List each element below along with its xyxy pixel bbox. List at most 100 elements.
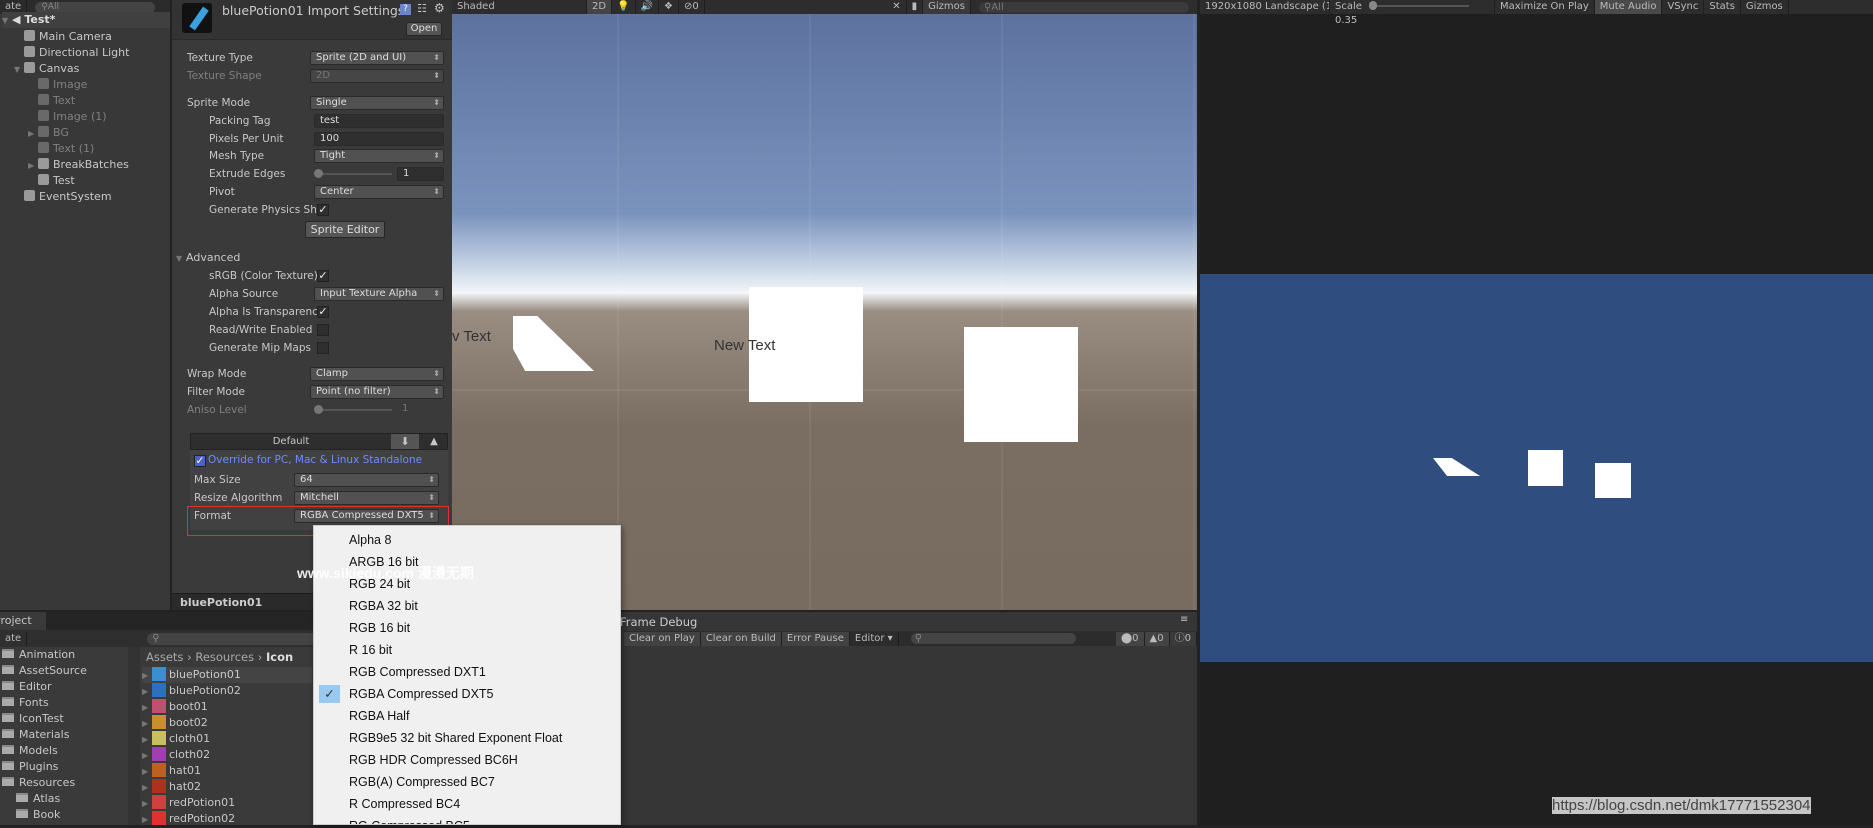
- field-slider[interactable]: [314, 405, 392, 414]
- breadcrumb-item[interactable]: Assets: [146, 650, 183, 664]
- search-input[interactable]: ⚲All: [35, 1, 156, 13]
- gizmos-dropdown[interactable]: Gizmos: [923, 0, 971, 14]
- expand-arrow-icon[interactable]: ▶: [142, 668, 152, 684]
- breadcrumb-item[interactable]: Resources: [195, 650, 254, 664]
- android-icon[interactable]: ▲: [421, 434, 447, 449]
- field-checkbox[interactable]: [317, 342, 329, 354]
- resolution-dropdown[interactable]: 1920x1080 Landscape (1920x1080): [1200, 0, 1330, 14]
- info-count-toggle[interactable]: ⓘ0: [1169, 631, 1197, 646]
- folder-item[interactable]: Plugins: [2, 759, 58, 775]
- override-label[interactable]: Override for PC, Mac & Linux Standalone: [208, 454, 422, 466]
- breadcrumb-item[interactable]: Icon: [266, 650, 293, 664]
- override-checkbox[interactable]: ✓: [194, 455, 206, 467]
- asset-item[interactable]: ▶ hat02: [142, 779, 312, 795]
- game-view[interactable]: 1920x1080 Landscape (1920x1080) Scale 0.…: [1200, 0, 1873, 825]
- folder-item[interactable]: Resources: [2, 775, 75, 791]
- slider-thumb[interactable]: [314, 169, 323, 178]
- lighting-icon[interactable]: 💡: [612, 0, 636, 14]
- error-pause-button[interactable]: Error Pause: [781, 631, 850, 646]
- scene-view[interactable]: Shaded 2D 💡 🔊 ❖ ⊘0 ✕ ▮ Gizmos ⚲All v Tex…: [452, 0, 1197, 610]
- expand-arrow-icon[interactable]: ▶: [142, 716, 152, 732]
- platform-field-dropdown[interactable]: 64: [294, 473, 439, 487]
- format-option[interactable]: RG Compressed BC5: [314, 815, 620, 824]
- field-checkbox[interactable]: ✓: [317, 270, 329, 282]
- expand-arrow-icon[interactable]: ▶: [142, 700, 152, 716]
- expand-arrow-icon[interactable]: ▶: [142, 796, 152, 812]
- tools-icon[interactable]: ✕: [887, 0, 907, 14]
- gear-icon[interactable]: ⚙: [434, 1, 445, 15]
- format-option[interactable]: RGB HDR Compressed BC6H: [314, 749, 620, 771]
- format-option[interactable]: ✓ RGBA Compressed DXT5: [314, 683, 620, 705]
- toggle-2d-button[interactable]: 2D: [587, 0, 613, 14]
- open-button[interactable]: Open: [406, 22, 442, 36]
- field-slider[interactable]: [314, 169, 392, 178]
- field-checkbox[interactable]: ✓: [317, 204, 329, 216]
- field-dropdown[interactable]: Tight: [314, 149, 444, 163]
- sprite-editor-button[interactable]: Sprite Editor: [305, 221, 385, 238]
- clear-on-build-button[interactable]: Clear on Build: [700, 631, 782, 646]
- hierarchy-item[interactable]: Directional Light: [14, 45, 129, 61]
- field-dropdown[interactable]: Clamp: [310, 367, 444, 381]
- asset-item[interactable]: ▶ cloth02: [142, 747, 312, 763]
- field-input[interactable]: 100: [314, 132, 444, 146]
- expand-arrow-icon[interactable]: ▶: [28, 126, 38, 142]
- expand-arrow-icon[interactable]: ▶: [142, 812, 152, 828]
- expand-arrow-icon[interactable]: ▶: [142, 764, 152, 780]
- hierarchy-item[interactable]: ▶ BG: [28, 125, 69, 141]
- expand-arrow-icon[interactable]: ▶: [142, 748, 152, 764]
- format-option[interactable]: R 16 bit: [314, 639, 620, 661]
- hierarchy-item[interactable]: Test: [28, 173, 75, 189]
- expand-arrow-icon[interactable]: ▶: [142, 684, 152, 700]
- hierarchy-item[interactable]: ▶ BreakBatches: [28, 157, 129, 173]
- format-option[interactable]: RGBA Half: [314, 705, 620, 727]
- console-tab[interactable]: Frame Debug: [620, 615, 697, 629]
- field-checkbox[interactable]: ✓: [317, 306, 329, 318]
- vsync-toggle[interactable]: VSync: [1662, 0, 1705, 14]
- folder-item[interactable]: Editor: [2, 679, 52, 695]
- field-dropdown[interactable]: 2D: [310, 69, 444, 83]
- download-icon[interactable]: ⬇: [391, 434, 419, 449]
- asset-item[interactable]: ▶ bluePotion02: [142, 683, 312, 699]
- expand-arrow-icon[interactable]: ▼: [14, 62, 24, 78]
- folder-item[interactable]: Atlas: [16, 791, 60, 807]
- console-search-input[interactable]: ⚲: [910, 633, 1076, 644]
- folder-item[interactable]: AssetSource: [2, 663, 87, 679]
- field-dropdown[interactable]: Point (no filter): [310, 385, 444, 399]
- folder-item[interactable]: Models: [2, 743, 58, 759]
- panel-menu-icon[interactable]: ≡: [1180, 614, 1188, 625]
- preset-icon[interactable]: ☷: [417, 2, 427, 15]
- asset-item[interactable]: ▶ boot02: [142, 715, 312, 731]
- expand-arrow-icon[interactable]: ▶: [28, 158, 38, 174]
- maximize-on-play-toggle[interactable]: Maximize On Play: [1495, 0, 1595, 14]
- scene-search-input[interactable]: ⚲All: [979, 1, 1189, 13]
- field-dropdown[interactable]: Single: [310, 96, 444, 110]
- folder-item[interactable]: Materials: [2, 727, 69, 743]
- format-option[interactable]: RGB(A) Compressed BC7: [314, 771, 620, 793]
- format-option[interactable]: RGB9e5 32 bit Shared Exponent Float: [314, 727, 620, 749]
- asset-item[interactable]: ▶ bluePotion01: [142, 667, 312, 683]
- folder-scrollbar[interactable]: [128, 647, 140, 825]
- tab-default[interactable]: Default: [191, 434, 391, 449]
- field-input[interactable]: test: [314, 114, 444, 128]
- mute-audio-toggle[interactable]: Mute Audio: [1594, 0, 1663, 14]
- scale-slider-thumb[interactable]: [1369, 1, 1378, 10]
- folder-item[interactable]: Animation: [2, 647, 75, 663]
- format-option[interactable]: RGBA 32 bit: [314, 595, 620, 617]
- format-option[interactable]: R Compressed BC4: [314, 793, 620, 815]
- create-dropdown[interactable]: ate: [0, 631, 28, 646]
- field-slider-value[interactable]: 1: [397, 403, 444, 417]
- expand-arrow-icon[interactable]: ▶: [142, 732, 152, 748]
- format-option[interactable]: RGB Compressed DXT1: [314, 661, 620, 683]
- effects-icon[interactable]: ❖: [659, 0, 679, 14]
- asset-item[interactable]: ▶ cloth01: [142, 731, 312, 747]
- camera-icon[interactable]: ▮: [907, 0, 924, 14]
- hierarchy-item[interactable]: Text: [28, 93, 75, 109]
- hidden-objects-counter[interactable]: ⊘0: [679, 0, 705, 14]
- scene-root[interactable]: ▼ ◀ Test*: [2, 12, 170, 28]
- field-dropdown[interactable]: Center: [314, 185, 444, 199]
- asset-item[interactable]: ▶ boot01: [142, 699, 312, 715]
- error-count-toggle[interactable]: ⬤0: [1115, 631, 1145, 646]
- folder-item[interactable]: Fonts: [2, 695, 49, 711]
- hierarchy-item[interactable]: Image: [28, 77, 87, 93]
- hierarchy-item[interactable]: Image (1): [28, 109, 107, 125]
